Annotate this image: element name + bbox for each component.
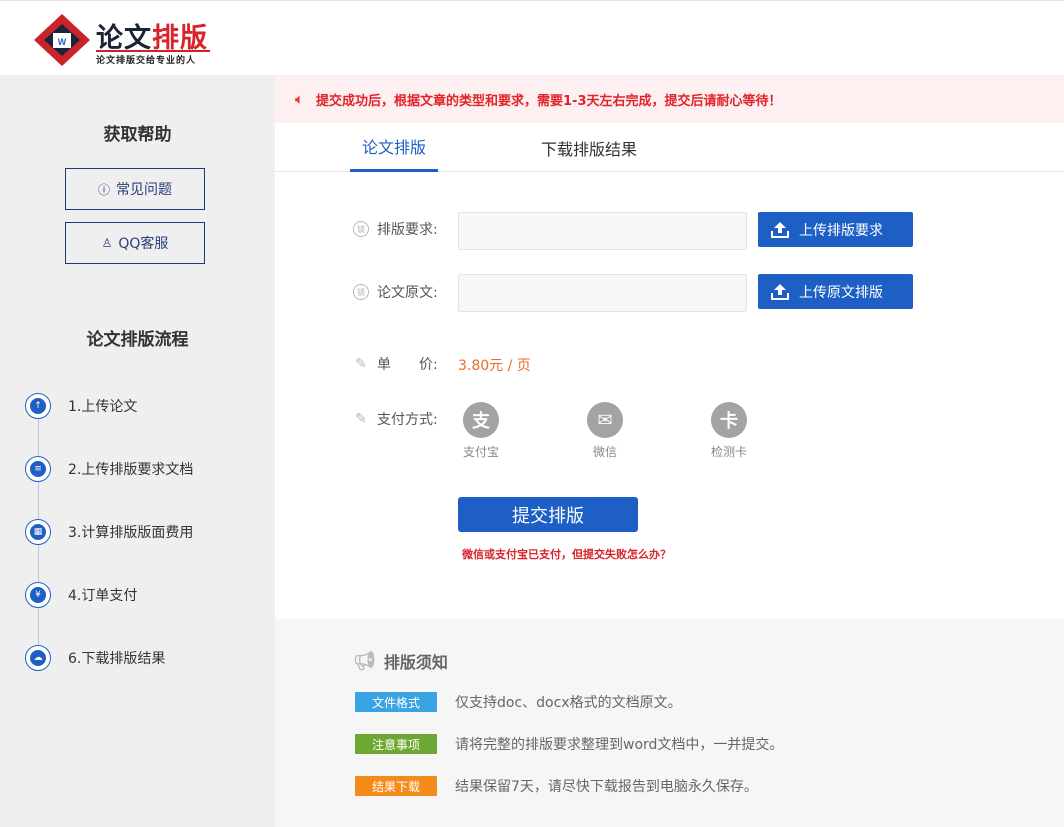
upload-requirement-label: 上传排版要求 [799, 222, 883, 239]
requirement-file-field[interactable] [458, 212, 747, 250]
original-label-group: 锁 论文原文: [353, 282, 438, 302]
upload-requirement-button[interactable]: 上传排版要求 [758, 212, 913, 247]
upload-icon: ↑ [30, 398, 46, 414]
payment-label-group: ✎ 支付方式: [353, 409, 438, 429]
price-label-group: ✎ 单 价: [353, 354, 438, 374]
pay-option-card[interactable]: 卡 检测卡 [699, 402, 759, 460]
pen-icon: ✎ [355, 411, 367, 427]
payment-fail-help-link[interactable]: 微信或支付宝已支付，但提交失败怎么办？ [462, 546, 671, 562]
notes-section: 📢︎ 排版须知 文件格式 仅支持doc、docx格式的文档原文。 注意事项 请将… [275, 619, 1064, 827]
tab-layout[interactable]: 论文排版 [350, 123, 438, 172]
faq-button[interactable]: ⓘ 常见问题 [65, 168, 205, 210]
step-circle: ▦ [25, 519, 51, 545]
pen-icon: ✎ [355, 356, 367, 372]
help-title: 获取帮助 [103, 125, 172, 145]
notice-bar: 🔈︎ 提交成功后，根据文章的类型和要求，需要1-3天左右完成，提交后请耐心等待！ [275, 75, 1064, 123]
sidebar: 获取帮助 ⓘ 常见问题 ♙ QQ客服 论文排版流程 ↑ 1.上传论文 ≡ 2.上… [0, 75, 275, 827]
requirement-label-group: 锁 排版要求: [353, 219, 438, 239]
speaker-icon: 🔈︎ [295, 90, 305, 108]
note-tag: 结果下载 [355, 776, 437, 796]
card-icon: 卡 [711, 402, 747, 438]
pay-option-label: 检测卡 [710, 445, 747, 459]
pay-option-wechat[interactable]: ✉ 微信 [575, 402, 635, 460]
wechat-icon: ✉ [587, 402, 623, 438]
notes-title: 排版须知 [383, 653, 448, 672]
pay-option-label: 支付宝 [462, 445, 499, 459]
flow-step: ≡ 2.上传排版要求文档 [25, 455, 193, 483]
upload-icon [771, 283, 789, 300]
megaphone-icon: 📢︎ [353, 650, 376, 672]
upload-original-label: 上传原文排版 [799, 284, 883, 301]
step-circle: ↑ [25, 393, 51, 419]
note-tag: 注意事项 [355, 734, 437, 754]
original-label: 论文原文: [377, 285, 438, 301]
step-label: 1.上传论文 [68, 399, 138, 415]
step-label: 3.计算排版版面费用 [68, 525, 194, 541]
step-circle: ☁ [25, 645, 51, 671]
note-text: 结果保留7天，请尽快下载报告到电脑永久保存。 [455, 779, 758, 795]
tab-download-result[interactable]: 下载排版结果 [531, 123, 647, 172]
page: W 论文排版 论文排版交给专业的人 获取帮助 ⓘ 常见问题 ♙ QQ客服 论文排… [0, 0, 1064, 827]
file-icon: 锁 [353, 284, 369, 300]
logo-slogan: 论文排版交给专业的人 [96, 56, 197, 66]
note-tag: 文件格式 [355, 692, 437, 712]
step-circle: ¥ [25, 582, 51, 608]
yen-icon: ¥ [30, 587, 46, 603]
step-label: 2.上传排版要求文档 [68, 462, 194, 478]
flow-step: ¥ 4.订单支付 [25, 581, 137, 609]
cloud-download-icon: ☁ [30, 650, 46, 666]
submit-button[interactable]: 提交排版 [458, 497, 638, 532]
logo-mark-icon: W [34, 14, 90, 66]
flow-step: ↑ 1.上传论文 [25, 392, 137, 420]
qq-button-label: QQ客服 [118, 236, 169, 252]
price-label: 单 价: [377, 357, 438, 373]
notes-title-group: 📢︎ 排版须知 [353, 649, 448, 673]
logo[interactable]: W 论文排版 论文排版交给专业的人 [32, 12, 222, 68]
note-text: 请将完整的排版要求整理到word文档中，一并提交。 [455, 737, 784, 753]
step-label: 6.下载排版结果 [68, 651, 166, 667]
question-circle-icon: ⓘ [97, 182, 110, 197]
file-icon: 锁 [353, 221, 369, 237]
payment-label: 支付方式: [377, 412, 438, 428]
calculator-icon: ▦ [30, 524, 46, 540]
note-item: 结果下载 结果保留7天，请尽快下载报告到电脑永久保存。 [355, 776, 758, 796]
price-value: 3.80元 / 页 [458, 358, 531, 374]
qq-icon: ♙ [101, 236, 113, 250]
qq-service-button[interactable]: ♙ QQ客服 [65, 222, 205, 264]
flow-step: ▦ 3.计算排版版面费用 [25, 518, 193, 546]
note-item: 文件格式 仅支持doc、docx格式的文档原文。 [355, 692, 682, 712]
svg-text:W: W [58, 37, 67, 47]
alipay-icon: 支 [463, 402, 499, 438]
faq-button-label: 常见问题 [116, 182, 172, 198]
original-file-field[interactable] [458, 274, 747, 312]
flow-step: ☁ 6.下载排版结果 [25, 644, 165, 672]
step-label: 4.订单支付 [68, 588, 138, 604]
logo-divider [96, 50, 210, 52]
note-text: 仅支持doc、docx格式的文档原文。 [455, 695, 682, 711]
upload-icon [771, 221, 789, 238]
notice-text: 提交成功后，根据文章的类型和要求，需要1-3天左右完成，提交后请耐心等待！ [316, 93, 782, 109]
step-circle: ≡ [25, 456, 51, 482]
requirement-label: 排版要求: [377, 222, 438, 238]
document-icon: ≡ [30, 461, 46, 477]
flow-title: 论文排版流程 [86, 330, 189, 350]
note-item: 注意事项 请将完整的排版要求整理到word文档中，一并提交。 [355, 734, 783, 754]
pay-option-alipay[interactable]: 支 支付宝 [451, 402, 511, 460]
tab-bar: 论文排版 下载排版结果 [275, 123, 1064, 172]
upload-original-button[interactable]: 上传原文排版 [758, 274, 913, 309]
header: W 论文排版 论文排版交给专业的人 [0, 0, 1064, 75]
pay-option-label: 微信 [592, 445, 617, 459]
